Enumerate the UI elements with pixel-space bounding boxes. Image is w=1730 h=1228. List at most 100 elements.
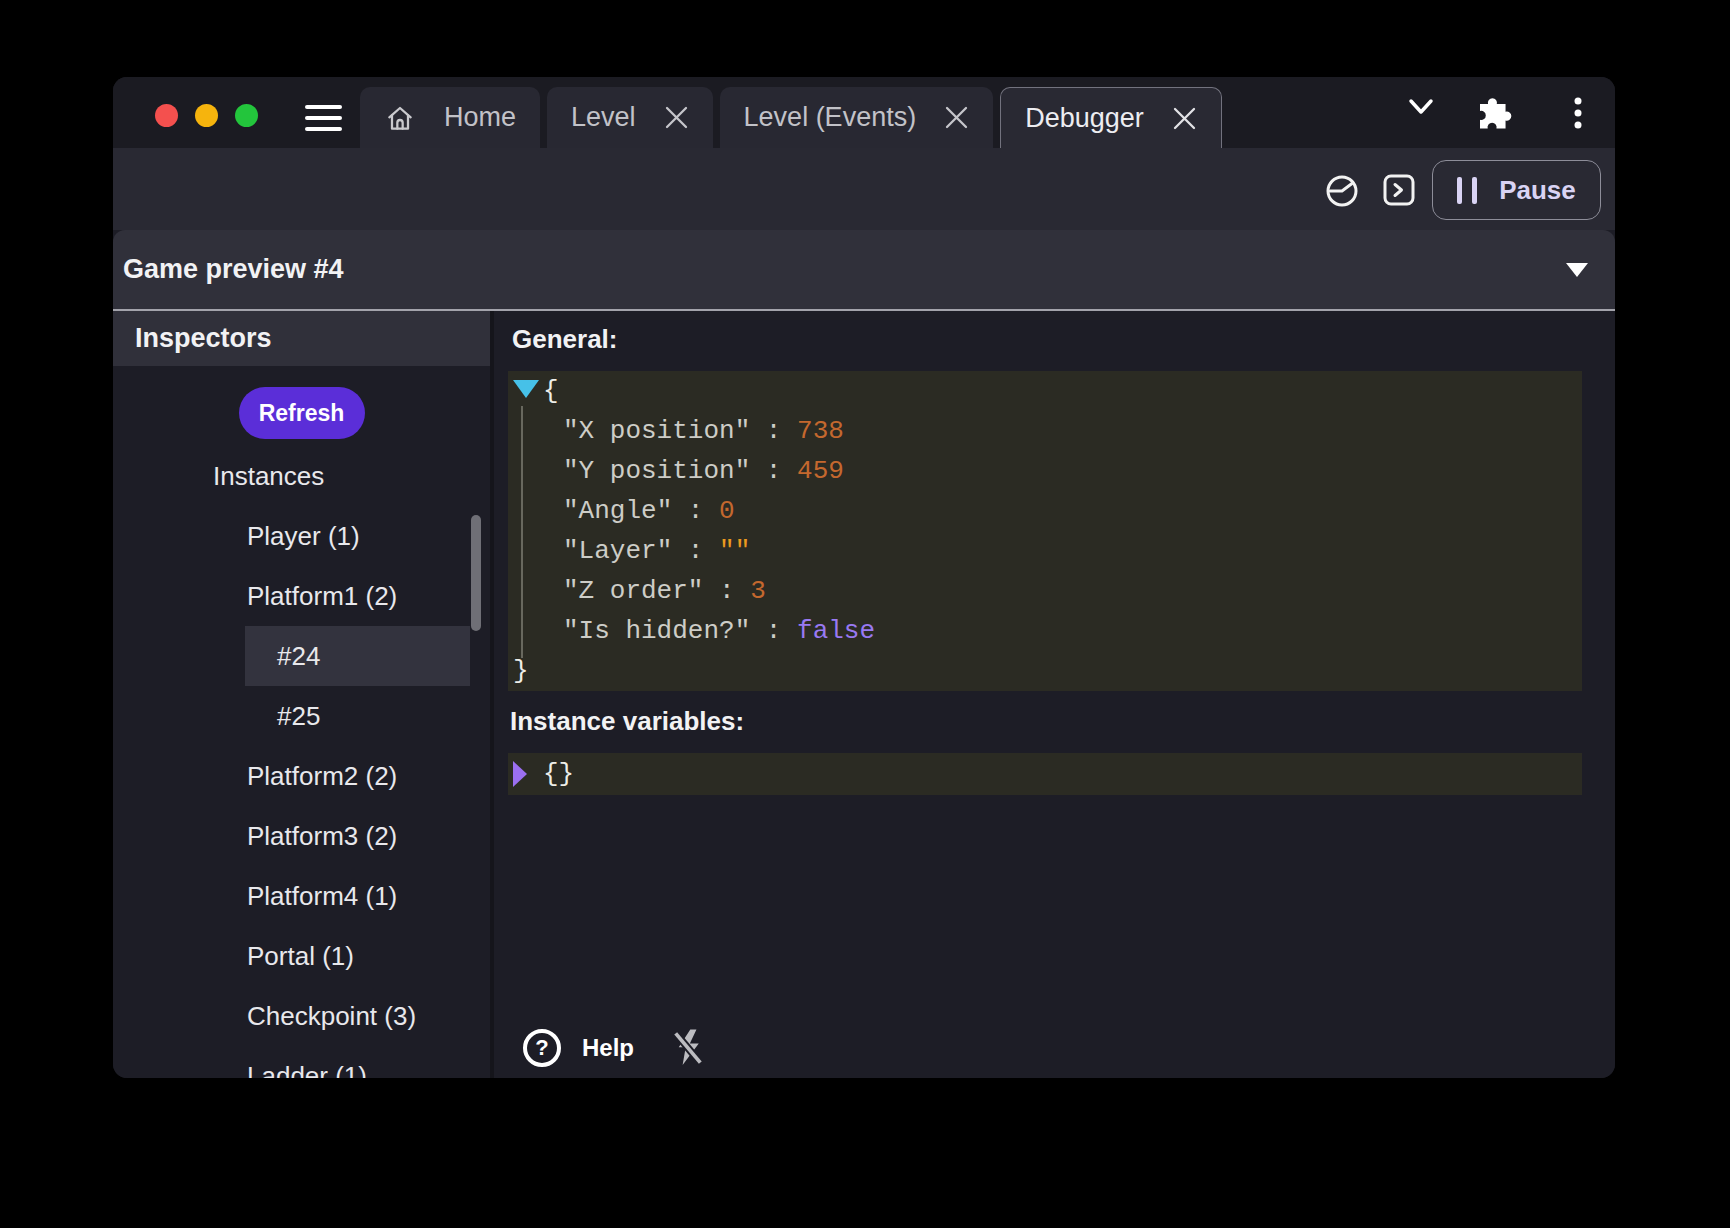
tree-item-ladder-1-[interactable]: Ladder (1)	[113, 1046, 490, 1078]
tab-label: Level (Events)	[744, 102, 917, 133]
tree-item-label: Checkpoint (3)	[247, 1001, 416, 1032]
json-entry: Z order : 3	[508, 571, 1582, 611]
menu-icon[interactable]	[305, 105, 342, 131]
json-colon: :	[750, 416, 797, 446]
minimize-window-button[interactable]	[195, 104, 218, 127]
tab-level-events[interactable]: Level (Events)	[720, 87, 994, 148]
game-preview-title: Game preview #4	[123, 230, 344, 309]
expanded-triangle-icon[interactable]	[513, 380, 539, 398]
tree-item-label: Ladder (1)	[247, 1061, 367, 1079]
empty-object: {}	[543, 759, 574, 789]
json-entry: Angle : 0	[508, 491, 1582, 531]
json-value: 459	[797, 456, 844, 486]
instance-variables-json-view: {}	[508, 753, 1582, 795]
tree-item-checkpoint-3-[interactable]: Checkpoint (3)	[113, 986, 490, 1046]
chevron-down-icon[interactable]	[1408, 98, 1434, 116]
sidebar: Inspectors Refresh Instances Player (1) Pl…	[113, 311, 490, 1078]
json-colon: :	[672, 536, 719, 566]
close-tab-icon[interactable]	[1172, 106, 1197, 131]
extensions-puzzle-icon[interactable]	[1473, 90, 1515, 132]
app-window: Home Level Level (Events) Debugger	[113, 77, 1615, 1078]
close-tab-icon[interactable]	[664, 105, 689, 130]
game-preview-header[interactable]: Game preview #4	[113, 230, 1615, 311]
general-json-view: { X position : 738Y position : 459Angle …	[508, 371, 1582, 691]
pause-icon	[1457, 177, 1477, 204]
tab-label: Home	[444, 102, 516, 133]
debugger-toolbar: Pause	[113, 148, 1615, 230]
tab-label: Debugger	[1025, 103, 1144, 134]
json-key: Layer	[563, 536, 672, 566]
json-value: 738	[797, 416, 844, 446]
tree-item-label: Platform2 (2)	[247, 761, 397, 792]
traffic-lights	[155, 104, 258, 127]
kebab-menu-icon[interactable]	[1574, 97, 1582, 129]
tab-level[interactable]: Level	[547, 87, 713, 148]
tree-item-label: Platform4 (1)	[247, 881, 397, 912]
help-label[interactable]: Help	[582, 1034, 634, 1062]
tree-item-label: Player (1)	[247, 521, 360, 552]
tree-item-platform1-2-[interactable]: Platform1 (2)	[113, 566, 490, 626]
tree-item-#25[interactable]: #25	[113, 686, 490, 746]
json-colon: :	[750, 456, 797, 486]
tree-item-platform2-2-[interactable]: Platform2 (2)	[113, 746, 490, 806]
close-window-button[interactable]	[155, 104, 178, 127]
dropdown-caret-icon[interactable]	[1566, 263, 1588, 277]
json-key: X position	[563, 416, 750, 446]
flash-off-icon[interactable]	[669, 1028, 707, 1068]
instance-variables-label: Instance variables:	[510, 706, 744, 737]
screen: Home Level Level (Events) Debugger	[0, 0, 1730, 1228]
tree-item-portal-1-[interactable]: Portal (1)	[113, 926, 490, 986]
json-colon: :	[672, 496, 719, 526]
json-colon: :	[750, 616, 797, 646]
tree-item-platform4-1-[interactable]: Platform4 (1)	[113, 866, 490, 926]
sidebar-scrollbar-thumb[interactable]	[471, 515, 481, 631]
profiler-icon[interactable]	[1325, 174, 1359, 208]
json-value: false	[797, 616, 875, 646]
json-value: 0	[719, 496, 735, 526]
tab-bar: Home Level Level (Events) Debugger	[113, 77, 1615, 148]
json-value: ""	[719, 536, 750, 566]
tree-item-label: Platform1 (2)	[247, 581, 397, 612]
open-brace: {	[543, 376, 559, 406]
home-icon	[384, 102, 416, 134]
tab-debugger[interactable]: Debugger	[1000, 87, 1222, 148]
close-tab-icon[interactable]	[944, 105, 969, 130]
tab-home[interactable]: Home	[360, 87, 540, 148]
tab-label: Level	[571, 102, 636, 133]
tree-item-player-1-[interactable]: Player (1)	[113, 506, 490, 566]
debugger-content: Inspectors Refresh Instances Player (1) Pl…	[113, 311, 1615, 1078]
tree-item-label: Instances	[213, 461, 324, 492]
json-entry: X position : 738	[508, 411, 1582, 451]
json-key: Is hidden?	[563, 616, 750, 646]
json-key: Y position	[563, 456, 750, 486]
collapsed-triangle-icon[interactable]	[513, 761, 527, 787]
tree-item-instances[interactable]: Instances	[113, 446, 490, 506]
inspector-tree: Instances Player (1) Platform1 (2) #24 #25 Pl…	[113, 446, 490, 1078]
json-colon: :	[703, 576, 750, 606]
tree-item-#24[interactable]: #24	[113, 626, 490, 686]
help-row: ? Help	[523, 1028, 707, 1068]
tree-guide-line	[521, 406, 523, 658]
tab-strip: Home Level Level (Events) Debugger	[360, 87, 1222, 148]
pause-button-label: Pause	[1499, 175, 1576, 206]
help-icon[interactable]: ?	[523, 1029, 561, 1067]
inspector-panel: General: { X position : 738Y position : …	[494, 311, 1615, 1078]
maximize-window-button[interactable]	[235, 104, 258, 127]
general-label: General:	[512, 324, 618, 355]
json-key: Angle	[563, 496, 672, 526]
tree-item-label: Platform3 (2)	[247, 821, 397, 852]
tree-item-platform3-2-[interactable]: Platform3 (2)	[113, 806, 490, 866]
tree-item-label: #24	[277, 641, 320, 672]
json-entry: Is hidden? : false	[508, 611, 1582, 651]
json-value: 3	[750, 576, 766, 606]
tree-item-label: #25	[277, 701, 320, 732]
pause-button[interactable]: Pause	[1432, 160, 1601, 220]
close-brace: }	[513, 656, 529, 686]
refresh-button[interactable]: Refresh	[239, 387, 365, 439]
json-entry: Layer : ""	[508, 531, 1582, 571]
sidebar-header: Inspectors	[113, 311, 490, 366]
console-icon[interactable]	[1383, 174, 1415, 206]
json-entry: Y position : 459	[508, 451, 1582, 491]
tree-item-label: Portal (1)	[247, 941, 354, 972]
json-key: Z order	[563, 576, 703, 606]
